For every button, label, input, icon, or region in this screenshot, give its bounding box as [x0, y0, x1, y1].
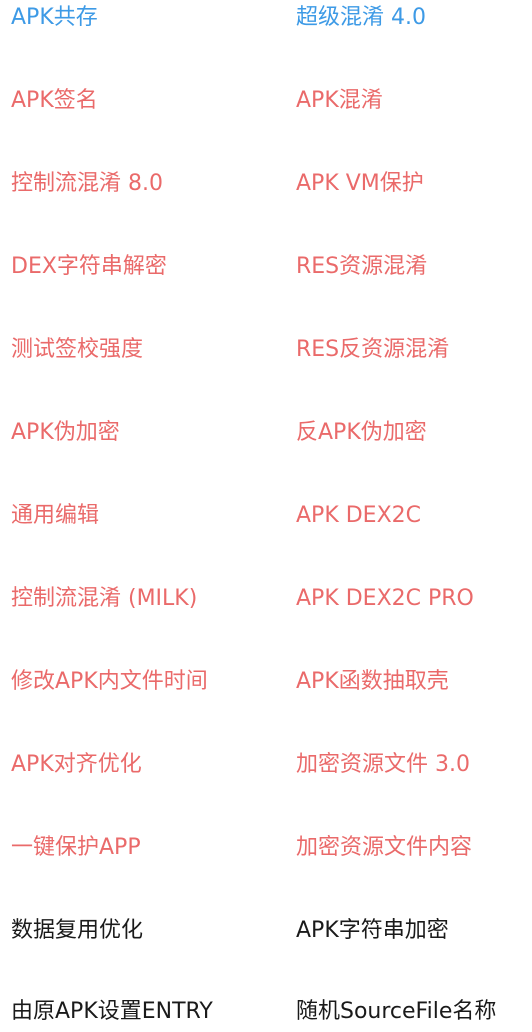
feature-row: 测试签校强度 RES反资源混淆	[0, 330, 532, 370]
feature-row: 通用编辑 APK DEX2C	[0, 496, 532, 536]
feature-item-general-edit[interactable]: 通用编辑	[11, 496, 99, 536]
feature-item-res-deobfuscation[interactable]: RES反资源混淆	[296, 330, 449, 370]
feature-row: APK共存 超级混淆 4.0	[0, 0, 532, 38]
feature-item-apk-vm-protect[interactable]: APK VM保护	[296, 164, 424, 204]
feature-item-encrypt-resource-content[interactable]: 加密资源文件内容	[296, 828, 472, 868]
feature-row: 由原APK设置ENTRY 随机SourceFile名称	[0, 992, 532, 1032]
feature-item-apk-dex2c[interactable]: APK DEX2C	[296, 496, 421, 536]
feature-grid: APK共存 超级混淆 4.0 APK签名 APK混淆 控制流混淆 8.0 APK…	[0, 0, 532, 1025]
feature-item-apk-sign[interactable]: APK签名	[11, 81, 98, 121]
feature-item-super-obfuscation[interactable]: 超级混淆 4.0	[296, 0, 426, 38]
feature-item-dex-string-decrypt[interactable]: DEX字符串解密	[11, 247, 167, 287]
feature-item-apk-method-extract-shell[interactable]: APK函数抽取壳	[296, 662, 449, 702]
feature-item-one-click-protect[interactable]: 一键保护APP	[11, 828, 141, 868]
feature-row: APK伪加密 反APK伪加密	[0, 413, 532, 453]
feature-row: 修改APK内文件时间 APK函数抽取壳	[0, 662, 532, 702]
feature-item-control-flow-obfuscation[interactable]: 控制流混淆 8.0	[11, 164, 163, 204]
feature-item-apk-pseudo-encrypt[interactable]: APK伪加密	[11, 413, 120, 453]
feature-item-data-reuse-optimize[interactable]: 数据复用优化	[11, 911, 143, 951]
feature-row: 一键保护APP 加密资源文件内容	[0, 828, 532, 868]
feature-item-signature-check-test[interactable]: 测试签校强度	[11, 330, 143, 370]
feature-item-apk-obfuscation[interactable]: APK混淆	[296, 81, 383, 121]
feature-row: 数据复用优化 APK字符串加密	[0, 911, 532, 951]
feature-item-apk-coexist[interactable]: APK共存	[11, 0, 98, 38]
feature-item-apk-align-optimize[interactable]: APK对齐优化	[11, 745, 142, 785]
feature-row: DEX字符串解密 RES资源混淆	[0, 247, 532, 287]
feature-item-apk-string-encrypt[interactable]: APK字符串加密	[296, 911, 449, 951]
feature-row: 控制流混淆 (MILK) APK DEX2C PRO	[0, 579, 532, 619]
feature-item-apk-dex2c-pro[interactable]: APK DEX2C PRO	[296, 579, 474, 619]
feature-row: 控制流混淆 8.0 APK VM保护	[0, 164, 532, 204]
feature-row: APK对齐优化 加密资源文件 3.0	[0, 745, 532, 785]
feature-item-anti-apk-pseudo-encrypt[interactable]: 反APK伪加密	[296, 413, 427, 453]
feature-item-control-flow-milk[interactable]: 控制流混淆 (MILK)	[11, 579, 197, 619]
feature-item-res-obfuscation[interactable]: RES资源混淆	[296, 247, 427, 287]
feature-item-modify-file-time[interactable]: 修改APK内文件时间	[11, 662, 208, 702]
feature-row: APK签名 APK混淆	[0, 81, 532, 121]
feature-item-set-entry-from-original[interactable]: 由原APK设置ENTRY	[11, 992, 213, 1032]
feature-item-encrypt-resource-files[interactable]: 加密资源文件 3.0	[296, 745, 470, 785]
feature-item-random-sourcefile-name[interactable]: 随机SourceFile名称	[296, 992, 496, 1032]
